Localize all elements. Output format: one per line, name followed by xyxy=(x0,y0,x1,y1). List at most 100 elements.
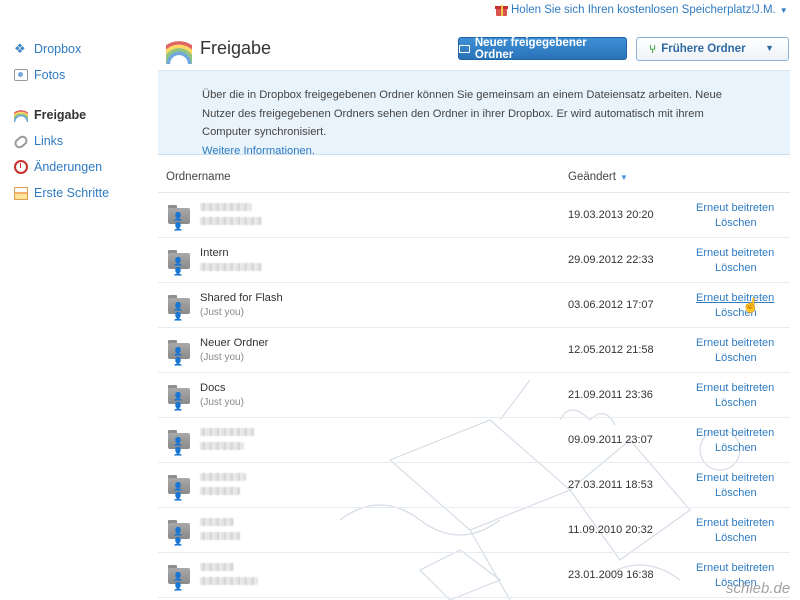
delete-link[interactable]: Löschen xyxy=(715,262,757,274)
shared-folder-icon: 👤👤 xyxy=(168,250,190,276)
sidebar-item-label: Freigabe xyxy=(34,108,87,122)
folder-changed-date: 23.01.2009 16:38 xyxy=(568,569,654,581)
more-info-link[interactable]: Weitere Informationen. xyxy=(202,145,315,157)
rejoin-link[interactable]: Erneut beitreten xyxy=(696,427,774,439)
dropbox-icon: ❖ xyxy=(14,41,26,56)
folder-name: Shared for Flash xyxy=(200,292,283,304)
redacted-subtitle xyxy=(200,442,244,450)
rejoin-link[interactable]: Erneut beitreten xyxy=(696,202,774,214)
rejoin-link[interactable]: Erneut beitreten xyxy=(696,472,774,484)
top-bar: Holen Sie sich Ihren kostenlosen Speiche… xyxy=(0,0,800,22)
folder-name: Docs xyxy=(200,382,226,394)
rainbow-icon xyxy=(166,38,192,64)
folder-subtitle: (Just you) xyxy=(200,397,244,408)
redacted-name xyxy=(200,473,246,481)
sidebar-item-links[interactable]: Links xyxy=(12,128,154,154)
rainbow-icon xyxy=(14,108,28,122)
gift-icon xyxy=(495,4,508,16)
sidebar-item-photos[interactable]: Fotos xyxy=(14,62,154,88)
redacted-subtitle xyxy=(200,217,262,225)
branch-icon: ⑂ xyxy=(649,42,657,56)
chevron-down-icon: ▼ xyxy=(765,43,774,53)
folder-changed-date: 27.03.2011 18:53 xyxy=(568,479,653,491)
rejoin-link[interactable]: Erneut beitreten xyxy=(696,247,774,259)
sidebar-item-label: Änderungen xyxy=(34,160,103,174)
sidebar: ❖ Dropbox Fotos Freigabe Links Änderunge… xyxy=(12,36,154,206)
folder-subtitle: (Just you) xyxy=(200,352,244,363)
sidebar-item-sharing[interactable]: Freigabe xyxy=(14,102,154,128)
photo-icon xyxy=(14,69,28,81)
sidebar-item-label: Erste Schritte xyxy=(34,186,110,200)
column-header-changed-label: Geändert xyxy=(568,171,616,183)
sidebar-item-label: Links xyxy=(34,134,64,148)
sidebar-item-label: Fotos xyxy=(34,68,66,82)
delete-link[interactable]: Löschen xyxy=(715,397,757,409)
delete-link[interactable]: Löschen xyxy=(715,442,757,454)
cake-icon xyxy=(14,186,28,200)
rejoin-link[interactable]: Erneut beitreten xyxy=(696,562,774,574)
new-shared-folder-button[interactable]: Neuer freigegebener Ordner xyxy=(458,36,627,61)
delete-link[interactable]: Löschen xyxy=(715,532,757,544)
redacted-name xyxy=(200,518,234,526)
folder-changed-date: 19.03.2013 20:20 xyxy=(568,209,654,221)
shared-folder-icon: 👤👤 xyxy=(168,520,190,546)
info-box: Über die in Dropbox freigegebenen Ordner… xyxy=(158,71,790,157)
folder-changed-date: 21.09.2011 23:36 xyxy=(568,389,653,401)
folder-changed-date: 11.09.2010 20:32 xyxy=(568,524,653,536)
rejoin-link[interactable]: Erneut beitreten xyxy=(696,517,774,529)
sidebar-item-getting-started[interactable]: Erste Schritte xyxy=(14,180,154,206)
column-header-name[interactable]: Ordnername xyxy=(166,171,231,183)
clock-icon xyxy=(14,160,28,174)
shared-folder-icon: 👤👤 xyxy=(168,385,190,411)
table-row: 👤👤 11.09.2010 20:32 Erneut beitreten Lös… xyxy=(158,508,790,553)
table-row: 👤👤 19.03.2013 20:20 Erneut beitreten Lös… xyxy=(158,193,790,238)
page-title: Freigabe xyxy=(200,38,272,58)
table-row: 👤👤 Intern 29.09.2012 22:33 Erneut beitre… xyxy=(158,238,790,283)
delete-link[interactable]: Löschen xyxy=(715,487,757,499)
sidebar-item-events[interactable]: Änderungen xyxy=(14,154,154,180)
sort-down-icon: ▼ xyxy=(619,173,628,182)
shared-folder-icon: 👤👤 xyxy=(168,565,190,591)
shared-folder-icon: 👤👤 xyxy=(168,430,190,456)
table-row: 👤👤 Docs (Just you) 21.09.2011 23:36 Erne… xyxy=(158,373,790,418)
link-icon xyxy=(12,133,30,151)
folder-changed-date: 03.06.2012 17:07 xyxy=(568,299,654,311)
redacted-name xyxy=(200,203,252,211)
folder-subtitle: (Just you) xyxy=(200,307,244,318)
new-shared-folder-label: Neuer freigegebener Ordner xyxy=(474,36,587,61)
delete-link[interactable]: Löschen xyxy=(715,217,757,229)
rejoin-link[interactable]: Erneut beitreten xyxy=(696,382,774,394)
table-row: 👤👤 09.09.2011 23:07 Erneut beitreten Lös… xyxy=(158,418,790,463)
shared-folder-icon: 👤👤 xyxy=(168,475,190,501)
shared-folders-table: 👤👤 19.03.2013 20:20 Erneut beitreten Lös… xyxy=(158,193,790,598)
sidebar-item-label: Dropbox xyxy=(34,42,82,56)
redacted-subtitle xyxy=(200,532,240,540)
redacted-subtitle xyxy=(200,577,258,585)
free-space-label: Holen Sie sich Ihren kostenlosen Speiche… xyxy=(511,4,755,16)
sidebar-item-dropbox[interactable]: ❖ Dropbox xyxy=(14,36,154,62)
info-text: Über die in Dropbox freigegebenen Ordner… xyxy=(202,89,722,138)
free-space-link[interactable]: Holen Sie sich Ihren kostenlosen Speiche… xyxy=(495,4,755,16)
table-row: 👤👤 Shared for Flash (Just you) 03.06.201… xyxy=(158,283,790,328)
rejoin-link[interactable]: Erneut beitreten xyxy=(696,292,774,304)
table-row: 👤👤 27.03.2011 18:53 Erneut beitreten Lös… xyxy=(158,463,790,508)
folder-icon xyxy=(459,44,470,53)
table-row: 👤👤 23.01.2009 16:38 Erneut beitreten Lös… xyxy=(158,553,790,598)
hand-cursor-icon: ☝ xyxy=(742,297,760,313)
user-menu[interactable]: J.M. ▼ xyxy=(754,4,788,16)
shared-folder-icon: 👤👤 xyxy=(168,205,190,231)
folder-changed-date: 29.09.2012 22:33 xyxy=(568,254,654,266)
redacted-name xyxy=(200,428,254,436)
folder-changed-date: 12.05.2012 21:58 xyxy=(568,344,654,356)
folder-name: Neuer Ordner xyxy=(200,337,269,349)
previous-folders-label: Frühere Ordner xyxy=(661,43,746,55)
redacted-name xyxy=(200,563,234,571)
column-header-changed[interactable]: Geändert ▼ xyxy=(568,171,628,183)
redacted-subtitle xyxy=(200,263,262,271)
rejoin-link[interactable]: Erneut beitreten xyxy=(696,337,774,349)
folder-changed-date: 09.09.2011 23:07 xyxy=(568,434,653,446)
user-name: J.M. xyxy=(754,4,776,16)
previous-folders-dropdown[interactable]: ⑂ Frühere Ordner ▼ xyxy=(636,37,789,61)
table-header: Ordnername Geändert ▼ xyxy=(158,164,790,193)
delete-link[interactable]: Löschen xyxy=(715,352,757,364)
